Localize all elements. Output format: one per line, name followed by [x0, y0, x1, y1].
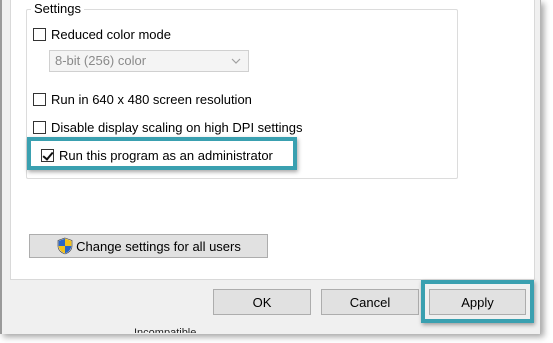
- change-settings-all-users-button[interactable]: Change settings for all users: [29, 234, 268, 258]
- run-as-administrator-checkbox[interactable]: Run this program as an administrator: [41, 146, 273, 164]
- disable-dpi-scaling-check-box[interactable]: [33, 120, 46, 134]
- reduced-color-mode-check-box[interactable]: [33, 27, 46, 41]
- disable-dpi-scaling-label: Disable display scaling on high DPI sett…: [51, 119, 303, 135]
- change-settings-all-users-label: Change settings for all users: [76, 238, 241, 254]
- settings-group-title: Settings: [31, 2, 84, 16]
- ok-button[interactable]: OK: [213, 289, 311, 315]
- uac-shield-icon: [57, 237, 73, 255]
- reduced-color-mode-checkbox[interactable]: Reduced color mode: [33, 25, 171, 43]
- cancel-button-label: Cancel: [349, 294, 391, 310]
- resolution-640x480-check-box[interactable]: [33, 92, 46, 106]
- resolution-640x480-label: Run in 640 x 480 screen resolution: [51, 91, 252, 107]
- reduced-color-mode-label: Reduced color mode: [51, 26, 171, 42]
- ok-button-label: OK: [252, 294, 272, 310]
- resolution-640x480-checkbox[interactable]: Run in 640 x 480 screen resolution: [33, 90, 252, 108]
- background-window-text: Incompatible: [134, 327, 197, 333]
- cancel-button[interactable]: Cancel: [321, 289, 419, 315]
- color-mode-select-value: 8-bit (256) color: [55, 53, 147, 68]
- run-as-administrator-check-box[interactable]: [41, 148, 54, 162]
- chevron-down-icon: [231, 58, 241, 64]
- apply-button-highlight: [421, 280, 534, 323]
- window-left-edge: [0, 0, 2, 334]
- run-as-administrator-label: Run this program as an administrator: [59, 147, 273, 163]
- disable-dpi-scaling-checkbox[interactable]: Disable display scaling on high DPI sett…: [33, 118, 302, 136]
- compatibility-dialog: Settings Reduced color mode 8-bit (256) …: [0, 0, 541, 334]
- color-mode-select: 8-bit (256) color: [49, 50, 249, 72]
